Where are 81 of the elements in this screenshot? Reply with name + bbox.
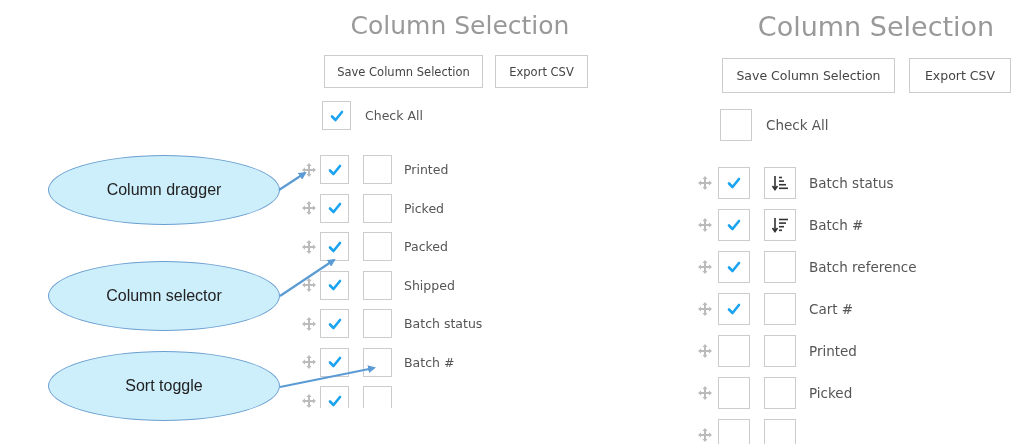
checkbox-label: Check All: [766, 117, 829, 133]
move-icon[interactable]: [698, 344, 712, 358]
sort-toggle[interactable]: [764, 293, 796, 325]
checkmark-icon: [327, 202, 342, 214]
sort-toggle[interactable]: [363, 193, 392, 223]
checkbox[interactable]: [718, 167, 750, 199]
move-icon[interactable]: [302, 316, 316, 331]
move-icon[interactable]: [698, 218, 712, 232]
column-label: Batch status: [404, 316, 483, 331]
move-icon[interactable]: [698, 302, 712, 316]
column-label: Cart #: [809, 301, 854, 317]
checkmark-icon: [327, 279, 342, 291]
checkbox-label: Check All: [365, 108, 423, 123]
checkbox[interactable]: [320, 232, 349, 261]
checkbox[interactable]: [718, 335, 750, 367]
move-icon[interactable]: [698, 176, 712, 190]
checkmark-icon: [327, 356, 342, 368]
sort-toggle[interactable]: [764, 377, 796, 409]
column-label: Picked: [809, 385, 853, 401]
checkbox[interactable]: [718, 251, 750, 283]
column-label: Printed: [404, 162, 449, 177]
move-icon[interactable]: [302, 393, 316, 408]
move-icon[interactable]: [302, 239, 316, 254]
sort-toggle[interactable]: [363, 232, 392, 261]
checkbox[interactable]: [320, 386, 349, 408]
callout-bubble: Column selector: [48, 261, 280, 331]
move-icon[interactable]: [302, 201, 316, 215]
checkbox[interactable]: [320, 193, 349, 223]
checkbox[interactable]: [320, 347, 349, 377]
callout-bubble: Column dragger: [48, 155, 280, 225]
action-button[interactable]: Save Column Selection: [722, 58, 895, 93]
checkmark-icon: [329, 109, 344, 122]
action-button[interactable]: Export CSV: [495, 55, 588, 88]
checkbox[interactable]: [320, 270, 349, 300]
sort-toggle[interactable]: [764, 167, 796, 199]
sort-toggle[interactable]: [764, 251, 796, 283]
column-label: Printed: [809, 343, 857, 359]
move-icon[interactable]: [698, 428, 712, 442]
checkmark-icon: [727, 219, 741, 231]
checkmark-icon: [327, 240, 342, 253]
column-label: Batch reference: [809, 259, 917, 275]
action-button[interactable]: Save Column Selection: [324, 55, 483, 88]
checkmark-icon: [327, 394, 342, 407]
checkbox[interactable]: [718, 209, 750, 241]
sort-toggle[interactable]: [363, 386, 392, 408]
sort-toggle[interactable]: [764, 419, 796, 444]
checkbox[interactable]: [320, 309, 349, 338]
checkmark-icon: [327, 163, 342, 176]
sort-toggle[interactable]: [363, 155, 392, 184]
sort-toggle[interactable]: [363, 309, 392, 338]
checkbox[interactable]: [320, 155, 349, 184]
column-label: Batch #: [809, 217, 864, 233]
column-label: Packed: [404, 239, 448, 254]
move-icon[interactable]: [302, 355, 316, 369]
column-label: Picked: [404, 200, 445, 216]
column-label: Shipped: [404, 277, 455, 293]
action-button[interactable]: Export CSV: [909, 58, 1011, 93]
panel-title: Column Selection: [756, 11, 996, 42]
leader-arrow: [279, 258, 336, 297]
callout-bubble: Sort toggle: [48, 351, 280, 421]
leader-arrow: [278, 171, 307, 191]
checkmark-icon: [727, 177, 741, 189]
checkmark-icon: [327, 317, 342, 330]
sort-toggle[interactable]: [363, 270, 392, 300]
checkbox[interactable]: [718, 419, 750, 444]
checkbox[interactable]: [718, 377, 750, 409]
move-icon[interactable]: [698, 260, 712, 274]
column-label: Batch status: [809, 175, 894, 191]
sort-toggle[interactable]: [764, 209, 796, 241]
move-icon[interactable]: [302, 162, 316, 177]
move-icon[interactable]: [698, 386, 712, 400]
checkbox[interactable]: [720, 109, 752, 141]
checkmark-icon: [727, 303, 741, 315]
column-label: Batch #: [404, 354, 455, 370]
sort-toggle[interactable]: [764, 335, 796, 367]
panel-title: Column Selection: [349, 11, 571, 40]
checkbox[interactable]: [718, 293, 750, 325]
sort-toggle[interactable]: [363, 347, 392, 377]
checkmark-icon: [727, 261, 741, 273]
checkbox[interactable]: [322, 101, 351, 130]
move-icon[interactable]: [302, 278, 316, 292]
